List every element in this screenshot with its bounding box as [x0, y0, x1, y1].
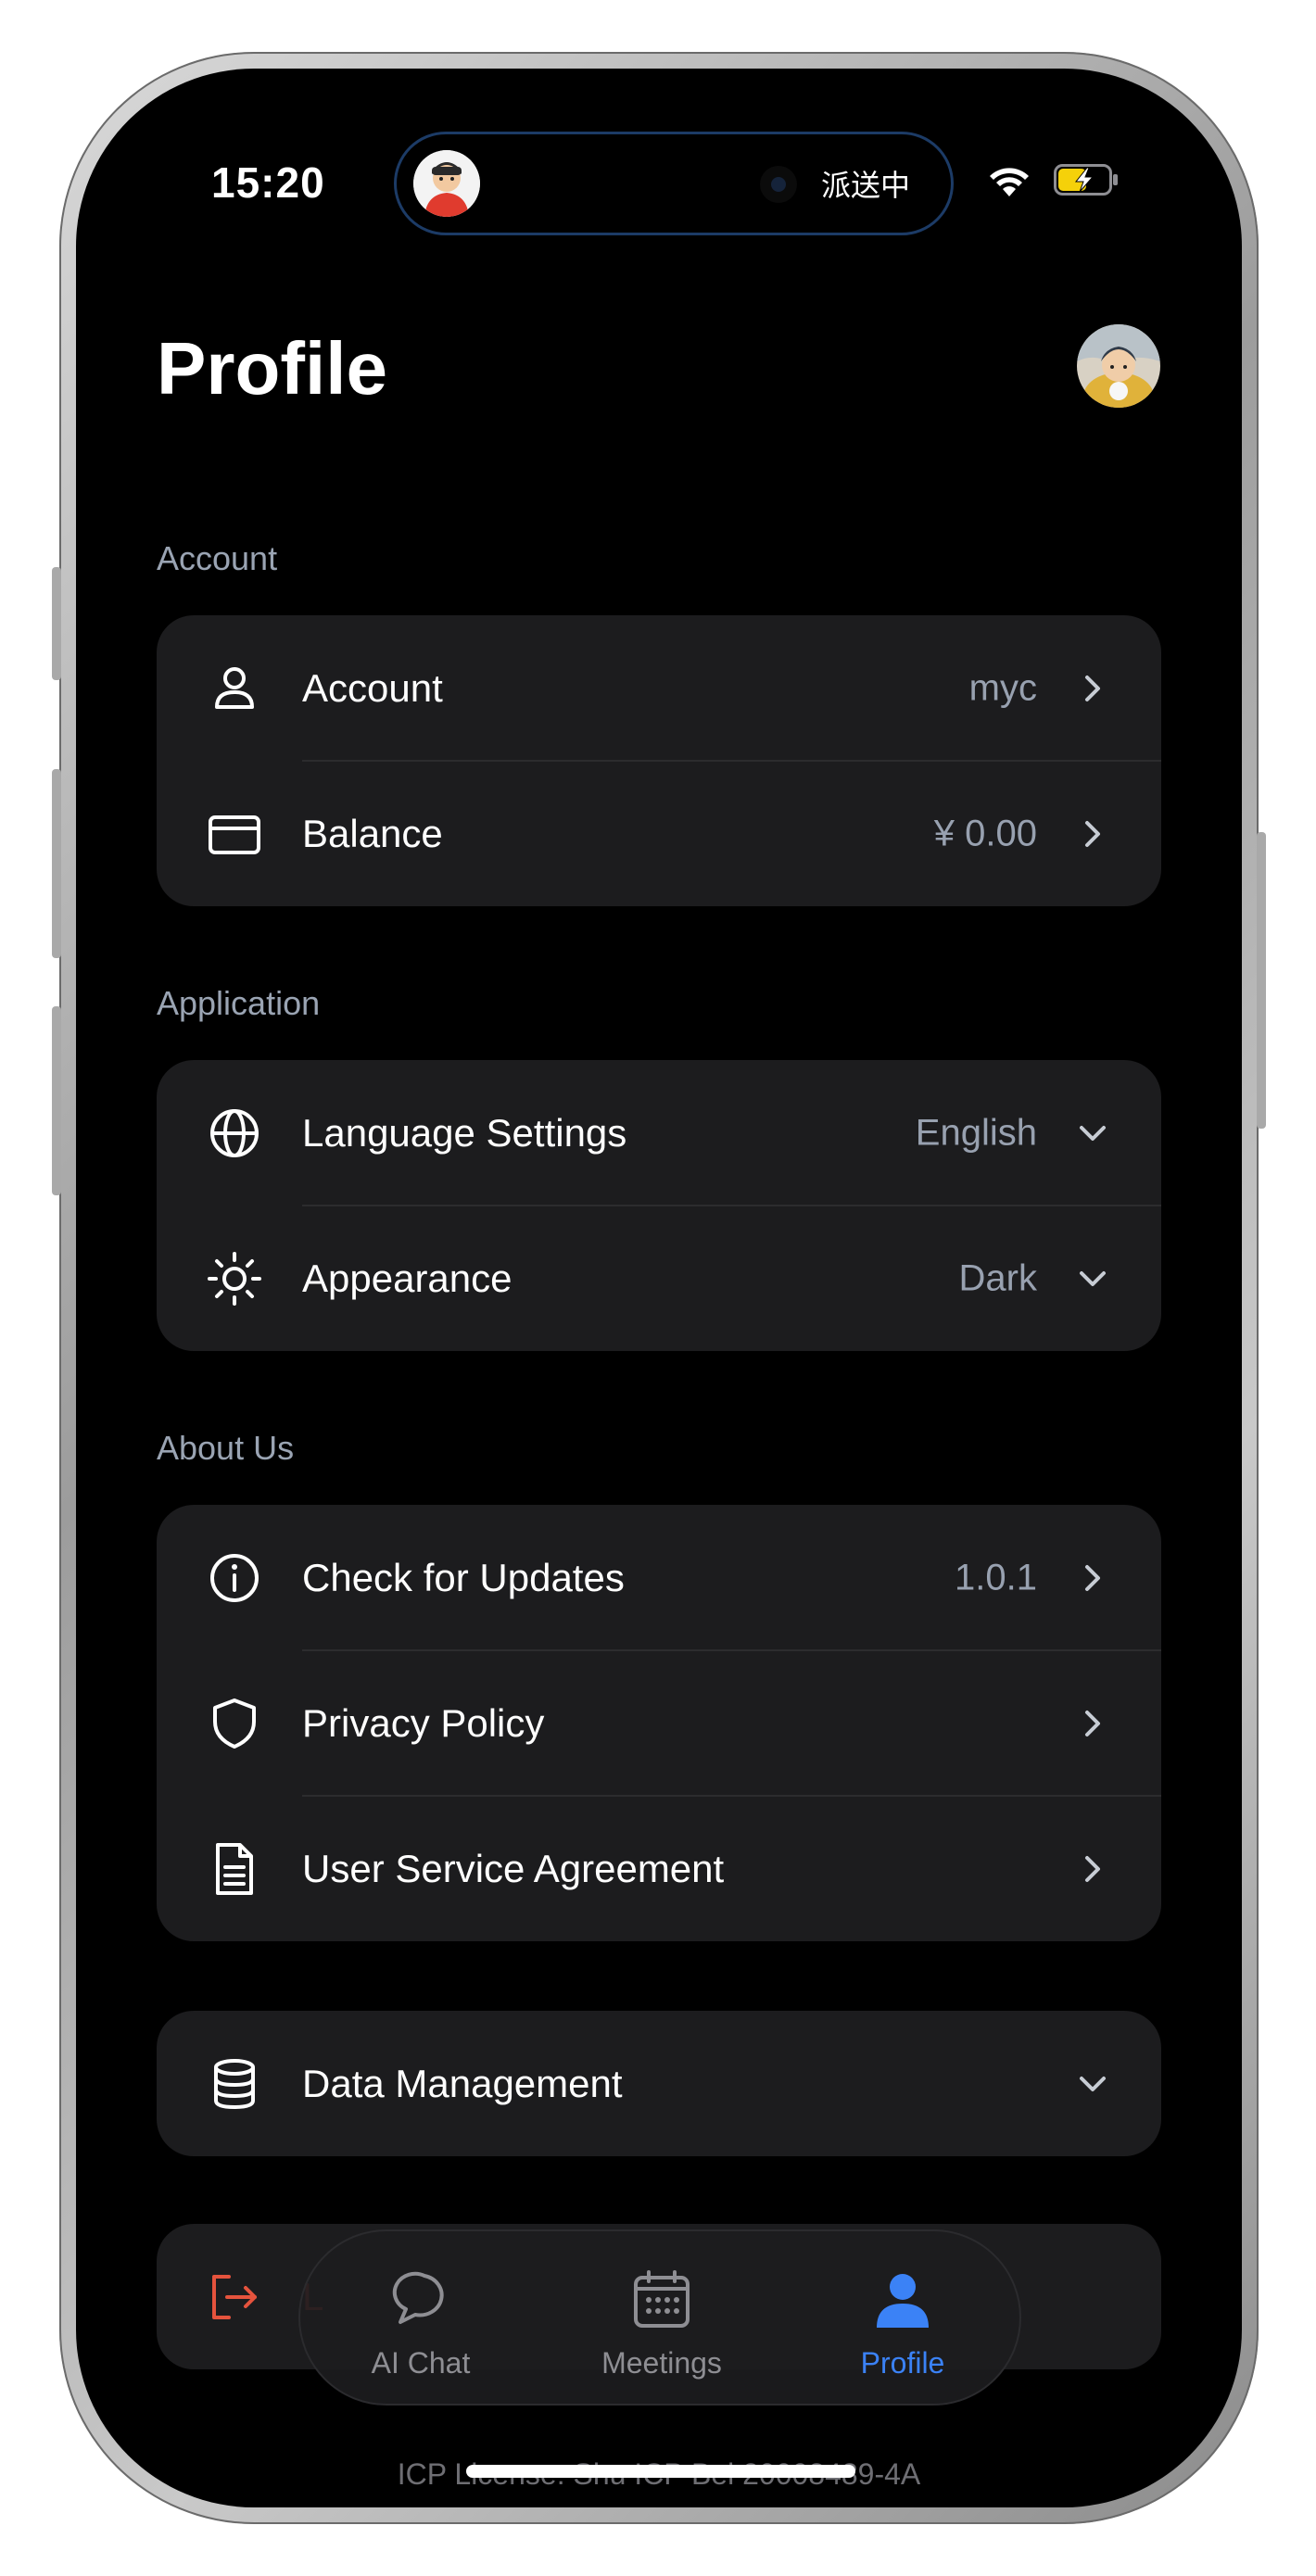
- chat-icon: [392, 2271, 444, 2324]
- person-icon: [877, 2274, 929, 2328]
- appearance-value: Dark: [958, 1257, 1037, 1298]
- action-button: [52, 567, 61, 680]
- tab-meetings[interactable]: Meetings: [560, 2231, 764, 2407]
- info-icon: [210, 1553, 259, 1602]
- appearance-label: Appearance: [302, 1256, 512, 1300]
- data-management-card: Data Management: [157, 2011, 1161, 2156]
- home-indicator: [466, 2465, 855, 2478]
- account-card: Account myc Balance ¥ 0.00: [157, 615, 1161, 906]
- user-icon: [215, 666, 254, 709]
- chevron-down-icon: [1080, 1270, 1106, 1286]
- language-value: English: [915, 1112, 1037, 1153]
- account-value: myc: [968, 667, 1037, 708]
- status-time: 15:20: [211, 158, 325, 207]
- document-icon: [216, 1842, 253, 1895]
- chevron-right-icon: [1085, 1710, 1100, 1736]
- tab-profile-label: Profile: [860, 2346, 945, 2380]
- application-card: Language Settings English Appearance Dar…: [157, 1060, 1161, 1351]
- language-settings-label: Language Settings: [302, 1110, 627, 1155]
- dynamic-island[interactable]: 派送中: [394, 132, 954, 235]
- camera-lens: [760, 166, 797, 203]
- data-management-row[interactable]: Data Management: [157, 2011, 1161, 2156]
- balance-value: ¥ 0.00: [933, 813, 1037, 853]
- card-icon: [209, 814, 260, 854]
- chevron-right-icon: [1085, 1564, 1100, 1591]
- data-management-label: Data Management: [302, 2061, 623, 2105]
- globe-icon: [210, 1108, 259, 1157]
- chevron-right-icon: [1085, 675, 1100, 701]
- tab-ai-chat-label: AI Chat: [371, 2346, 471, 2380]
- privacy-policy-label: Privacy Policy: [302, 1700, 545, 1745]
- about-card: Check for Updates 1.0.1 Privacy Policy U…: [157, 1505, 1161, 1941]
- page-title: Profile: [157, 327, 387, 410]
- wifi-icon: [990, 168, 1029, 196]
- version-value: 1.0.1: [955, 1557, 1037, 1597]
- tab-profile[interactable]: Profile: [801, 2231, 1005, 2407]
- logout-icon: [212, 2274, 257, 2319]
- chevron-down-icon: [1080, 2076, 1106, 2091]
- section-label-about: About Us: [157, 1429, 295, 1467]
- balance-row[interactable]: Balance ¥ 0.00: [157, 761, 1161, 906]
- volume-up-button: [52, 769, 61, 958]
- tab-bar: AI Chat Meetings Profile: [298, 2229, 1021, 2406]
- account-row[interactable]: Account myc: [157, 615, 1161, 761]
- check-for-updates-label: Check for Updates: [302, 1555, 625, 1599]
- chevron-right-icon: [1085, 820, 1100, 847]
- database-icon: [214, 2058, 255, 2109]
- user-service-agreement-label: User Service Agreement: [302, 1846, 725, 1890]
- balance-label: Balance: [302, 811, 443, 855]
- tab-meetings-label: Meetings: [601, 2346, 722, 2380]
- calendar-icon: [634, 2270, 690, 2328]
- chevron-right-icon: [1085, 1855, 1100, 1882]
- appearance-row[interactable]: Appearance Dark: [157, 1206, 1161, 1351]
- section-label-application: Application: [157, 984, 321, 1022]
- account-label: Account: [302, 665, 443, 710]
- user-service-agreement-row[interactable]: User Service Agreement: [157, 1796, 1161, 1941]
- power-button: [1257, 832, 1266, 1129]
- delivery-avatar-icon: [413, 150, 480, 217]
- chevron-down-icon: [1080, 1125, 1106, 1141]
- tab-ai-chat[interactable]: AI Chat: [319, 2231, 523, 2407]
- section-label-account: Account: [157, 539, 278, 577]
- language-settings-row[interactable]: Language Settings English: [157, 1060, 1161, 1206]
- shield-icon: [213, 1698, 256, 1749]
- screen: 15:20 派送中 Profile Account Account myc Ba…: [76, 69, 1242, 2507]
- island-status-text: 派送中: [821, 169, 911, 202]
- battery-charging-icon: [1054, 164, 1118, 196]
- volume-down-button: [52, 1006, 61, 1195]
- privacy-policy-row[interactable]: Privacy Policy: [157, 1650, 1161, 1796]
- check-for-updates-row[interactable]: Check for Updates 1.0.1: [157, 1505, 1161, 1650]
- profile-avatar[interactable]: [1077, 324, 1160, 408]
- sun-icon: [208, 1251, 261, 1306]
